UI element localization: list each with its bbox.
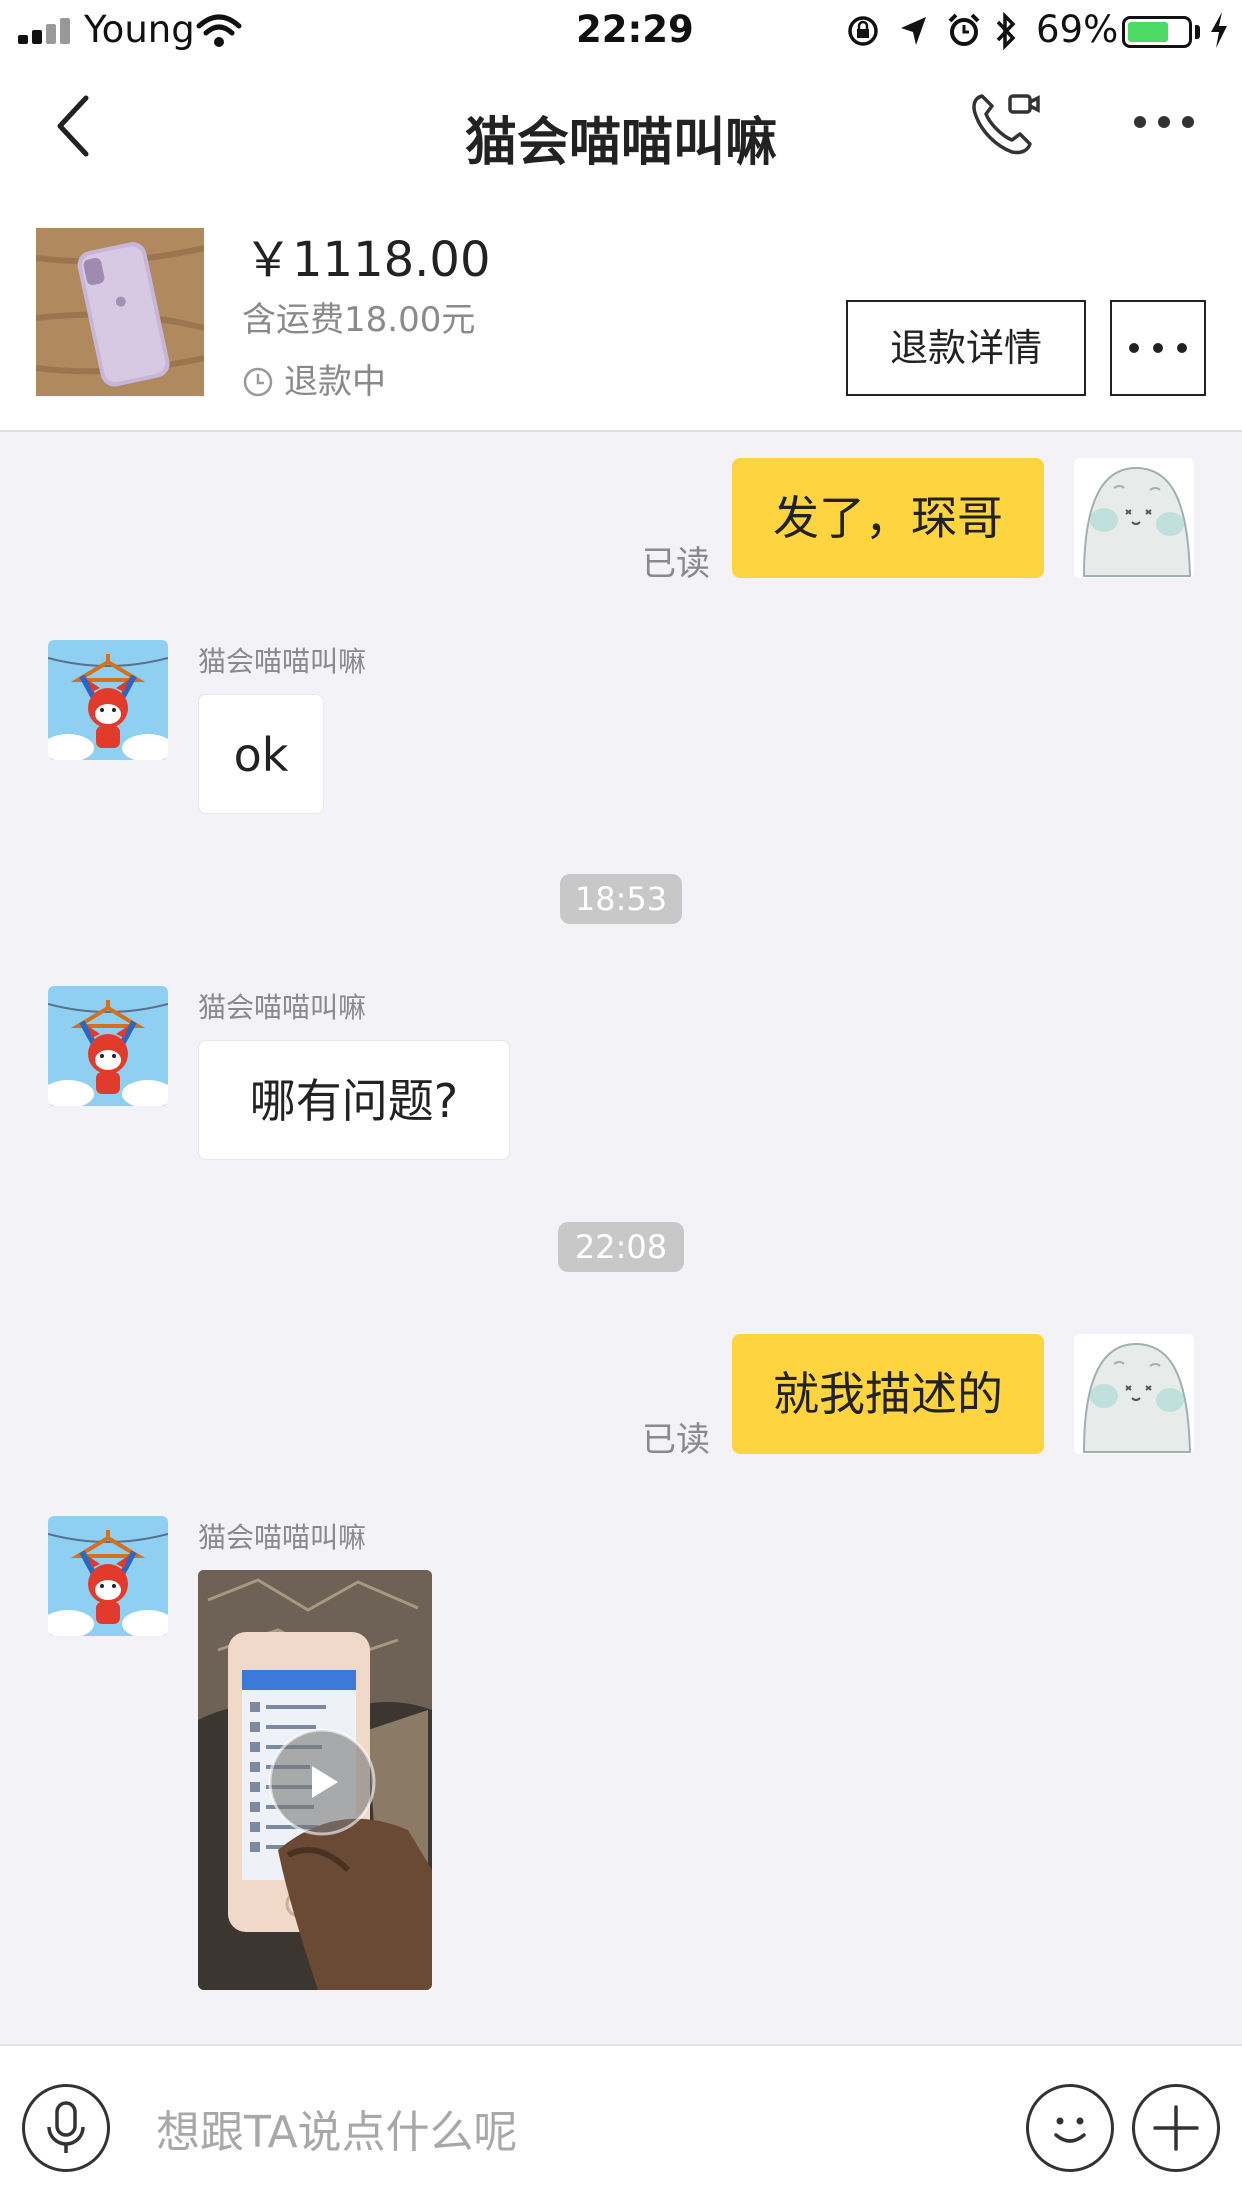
battery-level bbox=[1128, 22, 1169, 42]
video-message[interactable] bbox=[198, 1570, 432, 1990]
order-status: 退款中 bbox=[242, 354, 386, 403]
rotation-lock-icon bbox=[848, 16, 878, 46]
voice-input-button[interactable] bbox=[22, 2084, 110, 2172]
battery-percent: 69% bbox=[1036, 8, 1119, 51]
clock-time: 22:29 bbox=[576, 8, 694, 51]
carrier-name: Young bbox=[84, 8, 195, 51]
contact-message-bubble[interactable]: ok bbox=[198, 694, 324, 814]
clock-icon bbox=[243, 367, 273, 397]
more-dots-icon bbox=[1129, 343, 1187, 353]
fox-avatar-image bbox=[48, 1516, 168, 1636]
location-icon bbox=[901, 17, 926, 45]
battery-icon bbox=[1122, 16, 1192, 48]
sender-name: 猫会喵喵叫嘛 bbox=[198, 645, 367, 678]
contact-avatar[interactable] bbox=[48, 986, 168, 1106]
more-options-icon[interactable] bbox=[1132, 112, 1196, 132]
signal-strength-icon bbox=[18, 18, 76, 44]
alarm-icon bbox=[948, 13, 980, 46]
order-card: ￥1118.00 含运费18.00元 退款中 退款详情 bbox=[0, 192, 1242, 432]
charging-icon bbox=[1211, 12, 1227, 48]
my-avatar[interactable] bbox=[1074, 458, 1194, 578]
navigation-bar: 猫会喵喵叫嘛 bbox=[0, 62, 1242, 192]
read-receipt: 已读 bbox=[642, 544, 710, 584]
order-status-label: 退款中 bbox=[284, 362, 386, 402]
smiley-icon bbox=[1054, 2117, 1086, 2143]
my-message-bubble[interactable]: 就我描述的 bbox=[732, 1334, 1044, 1454]
phone-video-call-icon[interactable] bbox=[970, 88, 1042, 156]
timestamp: 22:08 bbox=[558, 1222, 684, 1272]
sender-name: 猫会喵喵叫嘛 bbox=[198, 1521, 367, 1554]
emoji-button[interactable] bbox=[1026, 2084, 1114, 2172]
shipping-fee: 含运费18.00元 bbox=[242, 300, 476, 340]
play-icon[interactable] bbox=[306, 1764, 342, 1800]
contact-avatar[interactable] bbox=[48, 1516, 168, 1636]
my-avatar[interactable] bbox=[1074, 1334, 1194, 1454]
sender-name: 猫会喵喵叫嘛 bbox=[198, 991, 367, 1024]
fox-avatar-image bbox=[48, 640, 168, 760]
read-receipt: 已读 bbox=[642, 1420, 710, 1460]
add-attachment-button[interactable] bbox=[1132, 2084, 1220, 2172]
product-thumbnail[interactable] bbox=[36, 228, 204, 396]
message-input-bar: 想跟TA说点什么呢 bbox=[0, 2044, 1242, 2208]
refund-details-button[interactable]: 退款详情 bbox=[846, 300, 1086, 396]
status-bar: Young 22:29 69% bbox=[0, 0, 1242, 62]
message-input-field[interactable]: 想跟TA说点什么呢 bbox=[156, 2096, 518, 2160]
chat-area[interactable]: 已读 发了，琛哥 猫会喵喵叫嘛 ok 18:53 猫会喵喵叫嘛 哪有问题? 22… bbox=[0, 432, 1242, 2044]
contact-message-bubble[interactable]: 哪有问题? bbox=[198, 1040, 510, 1160]
contact-avatar[interactable] bbox=[48, 640, 168, 760]
plus-icon bbox=[1153, 2105, 1199, 2151]
fox-avatar-image bbox=[48, 986, 168, 1106]
seal-avatar-image bbox=[1074, 458, 1194, 578]
order-price: ￥1118.00 bbox=[244, 232, 491, 288]
chat-title: 猫会喵喵叫嘛 bbox=[464, 113, 777, 173]
timestamp: 18:53 bbox=[560, 874, 682, 924]
seal-avatar-image bbox=[1074, 1334, 1194, 1454]
my-message-bubble[interactable]: 发了，琛哥 bbox=[732, 458, 1044, 578]
bluetooth-icon bbox=[996, 12, 1016, 50]
order-more-button[interactable] bbox=[1110, 300, 1206, 396]
wifi-icon bbox=[196, 14, 242, 47]
microphone-icon bbox=[47, 2101, 85, 2153]
